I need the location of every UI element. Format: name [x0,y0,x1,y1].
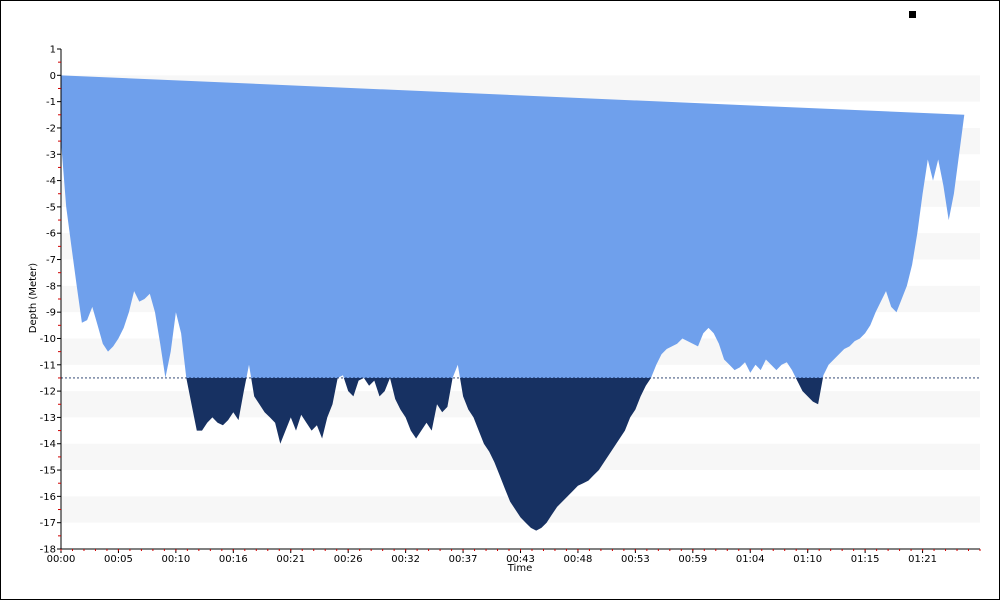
y-tick-label: -14 [40,439,56,450]
y-tick-label: -10 [40,334,56,345]
y-tick-label: -2 [46,123,56,134]
y-tick-label: -17 [40,518,56,529]
x-tick-label: 00:00 [47,554,76,565]
y-tick-label: -16 [40,492,56,503]
x-tick-label: 01:15 [851,554,880,565]
y-tick-label: -9 [46,308,56,319]
y-tick-label: -7 [46,255,56,266]
y-tick-label: 0 [50,71,56,82]
y-tick-label: -6 [46,229,56,240]
y-tick-label: 1 [50,45,56,56]
x-tick-label: 00:10 [161,554,190,565]
y-tick-label: -1 [46,97,56,108]
x-tick-label: 01:21 [908,554,937,565]
x-tick-label: 00:37 [449,554,478,565]
x-tick-label: 01:04 [736,554,765,565]
depth-chart: 1 0 -1 -2 -3 -4 -5 -6 -7 -8 -9 -10 -11 -12 -13 -14 -15 -1… [28,45,981,574]
x-tick-label: 00:16 [219,554,248,565]
y-tick-label: -12 [40,387,56,398]
x-tick-label: 00:05 [104,554,133,565]
y-tick-label: -13 [40,413,56,424]
x-tick-label: 00:53 [621,554,650,565]
y-tick-label: -8 [46,281,56,292]
x-axis-title: Time [507,563,532,574]
y-tick-label: -3 [46,150,56,161]
legend-marker [909,11,916,18]
y-axis-title: Depth (Meter) [28,263,39,334]
y-tick-label: -15 [40,466,56,477]
x-tick-label: 00:21 [276,554,305,565]
y-tick-label: -11 [40,360,56,371]
x-tick-label: 00:59 [678,554,707,565]
x-tick-label: 01:10 [793,554,822,565]
x-tick-label: 00:48 [564,554,593,565]
x-tick-label: 00:32 [391,554,420,565]
y-tick-label: -5 [46,202,56,213]
y-tick-label: -4 [46,176,56,187]
x-tick-label: 00:26 [334,554,363,565]
